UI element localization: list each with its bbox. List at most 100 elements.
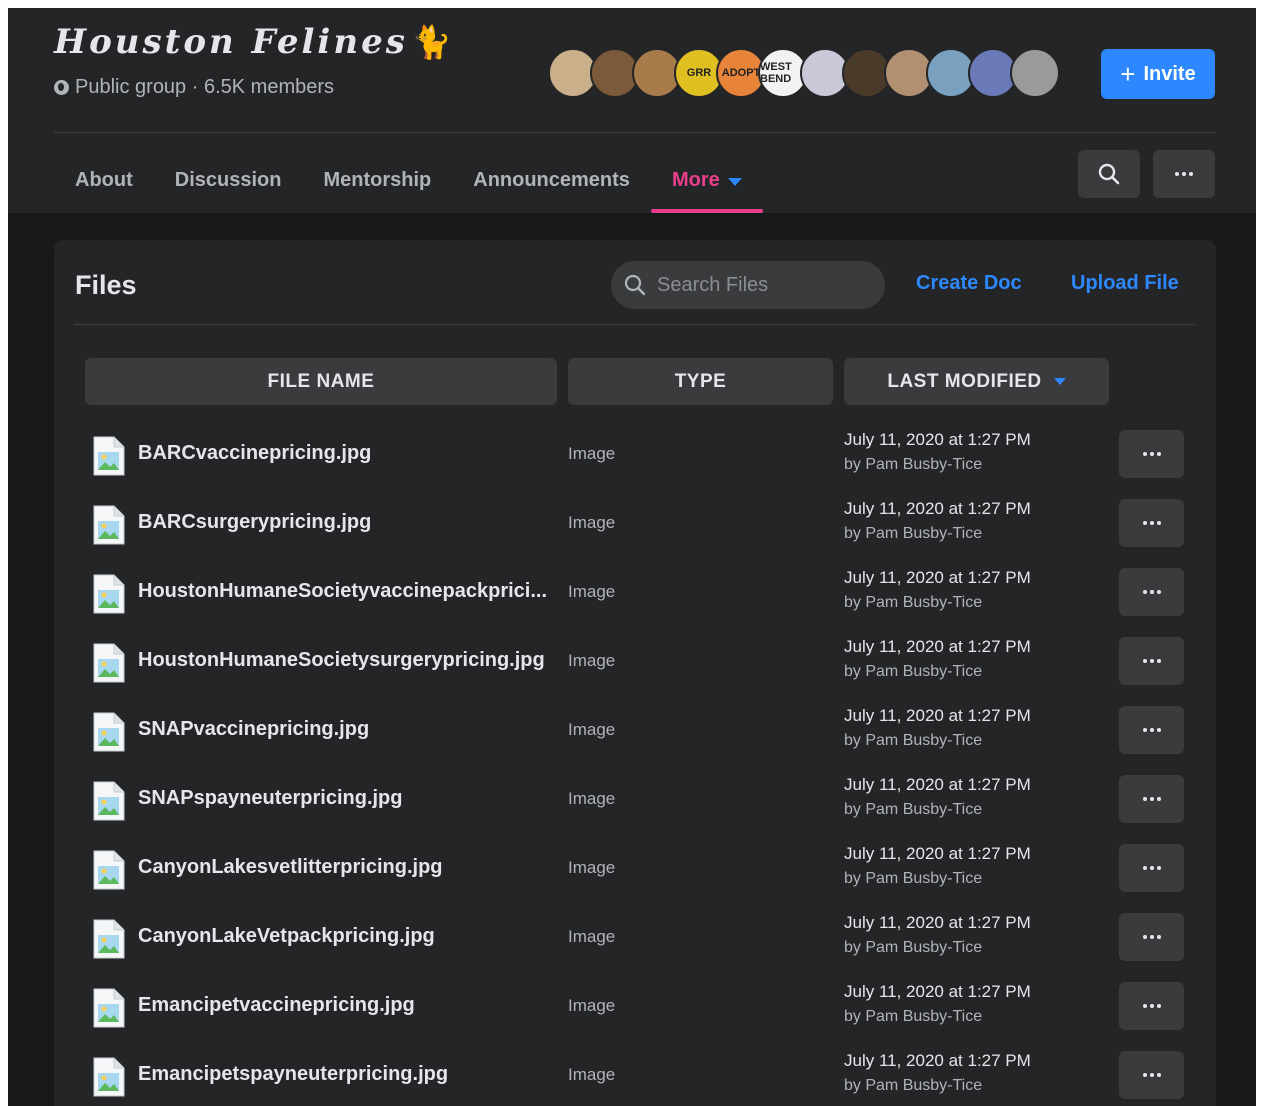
- file-modified-date: July 11, 2020 at 1:27 PM: [844, 913, 1031, 932]
- search-files-box[interactable]: [611, 261, 885, 309]
- file-row[interactable]: BARCvaccinepricing.jpg Image July 11, 2020…: [84, 430, 1194, 499]
- file-row[interactable]: Emancipetspayneuterpricing.jpg Image July …: [84, 1051, 1194, 1106]
- column-header-type[interactable]: TYPE: [568, 358, 833, 405]
- file-modified-date: July 11, 2020 at 1:27 PM: [844, 844, 1031, 863]
- more-options-button[interactable]: [1153, 150, 1215, 198]
- file-modified-by: by Pam Busby-Tice: [844, 1008, 983, 1025]
- tab-discussion[interactable]: Discussion: [154, 148, 303, 213]
- more-icon: [1142, 452, 1161, 456]
- file-options-button[interactable]: [1119, 568, 1184, 616]
- file-name[interactable]: BARCvaccinepricing.jpg: [138, 442, 558, 465]
- panel-divider: [74, 324, 1195, 325]
- member-avatar[interactable]: [1010, 48, 1060, 98]
- more-icon: [1142, 1073, 1161, 1077]
- file-name[interactable]: CanyonLakeVetpackpricing.jpg: [138, 925, 558, 948]
- column-header-file-name[interactable]: FILE NAME: [85, 358, 557, 405]
- file-row[interactable]: Emancipetvaccinepricing.jpg Image July 11,…: [84, 982, 1194, 1051]
- file-row[interactable]: CanyonLakeVetpackpricing.jpg Image July 11…: [84, 913, 1194, 982]
- caret-down-icon: [1053, 378, 1066, 385]
- header-divider: [54, 132, 1216, 133]
- invite-button[interactable]: + Invite: [1101, 49, 1215, 99]
- file-options-button[interactable]: [1119, 1051, 1184, 1099]
- group-meta-text: Public group · 6.5K members: [75, 76, 335, 98]
- image-file-icon: [91, 712, 125, 757]
- member-avatars[interactable]: GRR ADOPT WEST BEND: [548, 48, 1060, 98]
- more-icon: [1142, 935, 1161, 939]
- file-type: Image: [568, 582, 616, 601]
- file-modified-date: July 11, 2020 at 1:27 PM: [844, 430, 1031, 449]
- search-files-input[interactable]: [655, 272, 869, 298]
- tab-announcements[interactable]: Announcements: [452, 148, 651, 213]
- file-options-button[interactable]: [1119, 913, 1184, 961]
- more-icon: [1142, 797, 1161, 801]
- file-name[interactable]: Emancipetvaccinepricing.jpg: [138, 994, 558, 1017]
- file-options-button[interactable]: [1119, 637, 1184, 685]
- tab-about[interactable]: About: [54, 148, 154, 213]
- file-modified-date: July 11, 2020 at 1:27 PM: [844, 706, 1031, 725]
- image-file-icon: [91, 850, 125, 895]
- more-icon: [1142, 728, 1161, 732]
- avatar-label: ADOPT: [721, 67, 761, 79]
- file-type: Image: [568, 720, 616, 739]
- tab-label: Mentorship: [323, 169, 432, 191]
- file-modified-by: by Pam Busby-Tice: [844, 939, 983, 956]
- tab-mentorship[interactable]: Mentorship: [302, 148, 452, 213]
- column-header-last-modified[interactable]: LAST MODIFIED: [844, 358, 1109, 405]
- file-type: Image: [568, 927, 616, 946]
- file-name[interactable]: BARCsurgerypricing.jpg: [138, 511, 558, 534]
- file-options-button[interactable]: [1119, 430, 1184, 478]
- tab-label: Announcements: [473, 169, 630, 191]
- file-modified-by: by Pam Busby-Tice: [844, 870, 983, 887]
- create-doc-button[interactable]: Create Doc: [916, 272, 1022, 295]
- file-type: Image: [568, 513, 616, 532]
- file-options-button[interactable]: [1119, 499, 1184, 547]
- file-type: Image: [568, 996, 616, 1015]
- more-icon: [1142, 1004, 1161, 1008]
- cat-icon: 🐈: [411, 23, 455, 61]
- file-row[interactable]: HoustonHumaneSocietyvaccinepackprici... I…: [84, 568, 1194, 637]
- file-type: Image: [568, 651, 616, 670]
- file-options-button[interactable]: [1119, 706, 1184, 754]
- file-row[interactable]: HoustonHumaneSocietysurgerypricing.jpg Im…: [84, 637, 1194, 706]
- file-modified-by: by Pam Busby-Tice: [844, 1077, 983, 1094]
- file-options-button[interactable]: [1119, 982, 1184, 1030]
- group-title[interactable]: Houston Felines 🐈: [54, 22, 455, 62]
- image-file-icon: [91, 1057, 125, 1102]
- app-window: Houston Felines 🐈 Public group · 6.5K mem…: [8, 8, 1256, 1106]
- image-file-icon: [91, 919, 125, 964]
- more-icon: [1175, 172, 1193, 176]
- file-name[interactable]: SNAPvaccinepricing.jpg: [138, 718, 558, 741]
- file-name[interactable]: SNAPspayneuterpricing.jpg: [138, 787, 558, 810]
- file-name[interactable]: Emancipetspayneuterpricing.jpg: [138, 1063, 558, 1086]
- file-name[interactable]: CanyonLakesvetlitterpricing.jpg: [138, 856, 558, 879]
- file-options-button[interactable]: [1119, 775, 1184, 823]
- plus-icon: +: [1120, 59, 1136, 89]
- file-row[interactable]: SNAPspayneuterpricing.jpg Image July 11, 2…: [84, 775, 1194, 844]
- file-type: Image: [568, 789, 616, 808]
- file-row[interactable]: CanyonLakesvetlitterpricing.jpg Image July…: [84, 844, 1194, 913]
- tab-more[interactable]: More: [650, 148, 763, 213]
- file-options-button[interactable]: [1119, 844, 1184, 892]
- search-icon: [624, 274, 646, 296]
- file-modified-date: July 11, 2020 at 1:27 PM: [844, 568, 1031, 587]
- search-button[interactable]: [1078, 150, 1140, 198]
- file-modified-by: by Pam Busby-Tice: [844, 801, 983, 818]
- caret-down-icon: [727, 177, 742, 186]
- more-icon: [1142, 659, 1161, 663]
- image-file-icon: [91, 643, 125, 688]
- tab-label: More: [671, 169, 720, 191]
- file-name[interactable]: HoustonHumaneSocietysurgerypricing.jpg: [138, 649, 558, 672]
- file-modified-date: July 11, 2020 at 1:27 PM: [844, 1051, 1031, 1070]
- file-type: Image: [568, 444, 616, 463]
- image-file-icon: [91, 436, 125, 481]
- file-row[interactable]: SNAPvaccinepricing.jpg Image July 11, 2020…: [84, 706, 1194, 775]
- file-modified-date: July 11, 2020 at 1:27 PM: [844, 637, 1031, 656]
- file-name[interactable]: HoustonHumaneSocietyvaccinepackprici...: [138, 580, 558, 603]
- search-icon: [1098, 163, 1120, 185]
- group-tabs: About Discussion Mentorship Announcements Mo…: [54, 148, 763, 213]
- upload-file-button[interactable]: Upload File: [1071, 272, 1179, 295]
- more-icon: [1142, 866, 1161, 870]
- file-modified-by: by Pam Busby-Tice: [844, 732, 983, 749]
- file-row[interactable]: BARCsurgerypricing.jpg Image July 11, 2020…: [84, 499, 1194, 568]
- image-file-icon: [91, 781, 125, 826]
